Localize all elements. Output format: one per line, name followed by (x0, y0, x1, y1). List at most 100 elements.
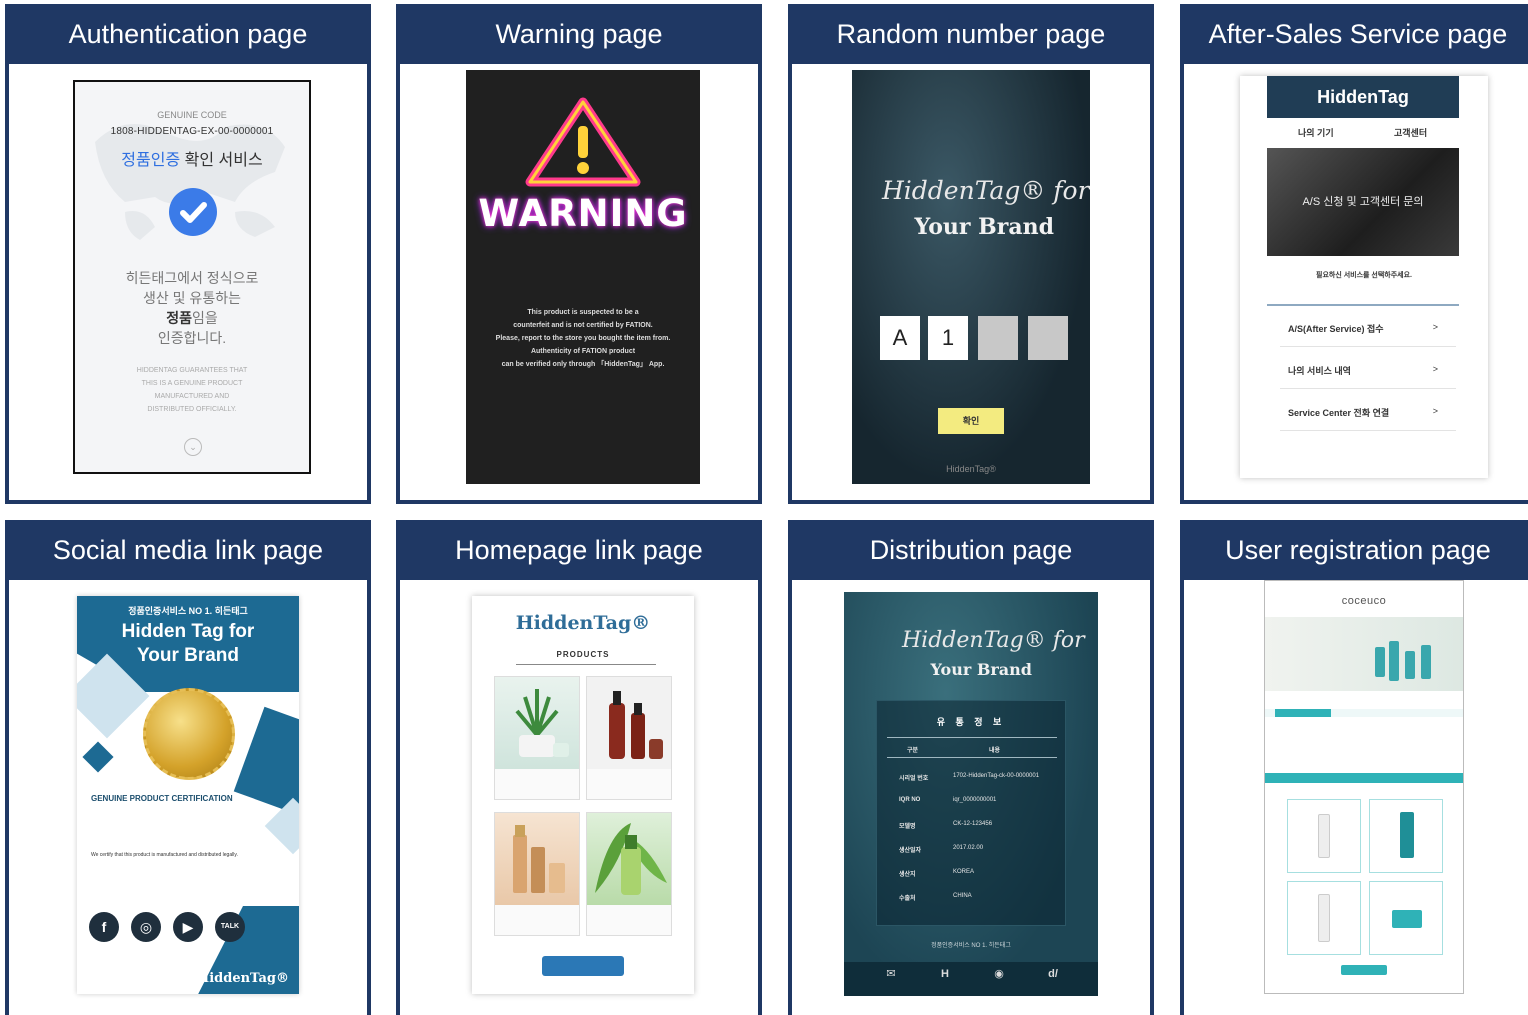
divider (1280, 346, 1456, 347)
product-bottle (1389, 641, 1399, 681)
row-value: CK-12-123456 (953, 821, 993, 827)
panel-warning: Warning page WARNING This product is sus… (396, 4, 762, 504)
row-value: CHINA (953, 893, 972, 899)
service-banner: A/S 신청 및 고객센터 문의 (1267, 148, 1459, 256)
product-card[interactable] (586, 676, 672, 800)
divider (887, 757, 1057, 758)
hero-banner (1265, 617, 1463, 691)
registration-screenshot: coceuco (1264, 580, 1464, 994)
title: Hidden Tag for Your Brand (121, 621, 255, 666)
divider (1267, 304, 1459, 306)
panel-random-number: Random number page HiddenTag® for Your B… (788, 4, 1154, 504)
product-image (495, 813, 579, 905)
panel-title: After-Sales Service page (1184, 4, 1528, 64)
distribution-screenshot: HiddenTag® for Your Brand 유 통 정 보 구분 내용 … (844, 592, 1098, 996)
product-image (1318, 814, 1330, 858)
product-image (1400, 812, 1414, 858)
warning-triangle-icon (525, 97, 641, 187)
footer-logo: HiddenTag® (946, 464, 996, 474)
product-card[interactable] (1369, 799, 1443, 873)
product-card[interactable] (494, 812, 580, 936)
brand-logo: HiddenTag® (196, 971, 289, 986)
top-tagline: 정품인증서비스 NO 1. 히든태그 (128, 606, 248, 616)
code-input-1[interactable]: A (880, 316, 920, 360)
panel-authentication: Authentication page GENUINE CODE 1808-HI… (5, 4, 371, 504)
product-card[interactable] (1287, 799, 1361, 873)
divider (1280, 430, 1456, 431)
code-input-4[interactable] (1028, 316, 1068, 360)
panel-social: Social media link page 정품인증서비스 NO 1. 히든태… (5, 520, 371, 1015)
warning-heading: WARNING (478, 192, 688, 235)
english-guarantee: HIDDENTAG GUARANTEES THAT THIS IS A GENUI… (136, 367, 248, 413)
social-screenshot: 정품인증서비스 NO 1. 히든태그 Hidden Tag for Your Br… (77, 596, 299, 994)
divider (887, 737, 1057, 738)
confirm-button[interactable]: 확인 (938, 408, 1004, 434)
facebook-icon[interactable]: f (89, 912, 119, 942)
panel-homepage: Homepage link page HiddenTag® PRODUCTS _ (396, 520, 762, 1015)
product-card[interactable] (586, 812, 672, 936)
select-prompt: 필요하신 서비스를 선택하주세요. (1316, 272, 1412, 279)
instagram-icon[interactable]: ◎ (131, 912, 161, 942)
product-image (587, 813, 671, 905)
column-header-value: 내용 (989, 748, 1001, 754)
menu-item-service-history[interactable]: 나의 서비스 내역 > (1288, 364, 1438, 377)
product-image (587, 677, 671, 769)
panel-title: Warning page (400, 4, 758, 64)
product-card[interactable] (494, 676, 580, 800)
row-key: 생산지 (899, 872, 916, 878)
product-image (1318, 894, 1330, 942)
row-key: IQR NO (899, 797, 921, 803)
certification-title: GENUINE PRODUCT CERTIFICATION (91, 794, 233, 803)
verification-message: 히든태그에서 정식으로 생산 및 유통하는 정품임을 인증합니다. (125, 270, 259, 346)
random-number-screenshot: HiddenTag® for Your Brand A 1 확인 HiddenT… (852, 70, 1090, 484)
certification-seal-icon (143, 688, 235, 780)
tab-customer-center[interactable]: 고객센터 (1394, 126, 1427, 139)
product-image (1392, 910, 1422, 928)
column-header-key: 구분 (907, 748, 919, 754)
panel-registration: User registration page coceuco (1180, 520, 1528, 1015)
brand-bold: Your Brand (914, 214, 1054, 240)
app-header: HiddenTag (1267, 76, 1459, 118)
row-value: 1702-HiddenTag-ck-00-0000001 (953, 773, 1040, 779)
brand-logo: HiddenTag® (515, 612, 651, 634)
product-bottle (1375, 647, 1385, 677)
kakaotalk-icon[interactable]: TALK (215, 912, 245, 942)
go-to-homepage-button[interactable]: _ (542, 956, 624, 976)
product-card[interactable] (1287, 881, 1361, 955)
camera-icon[interactable]: ◉ (984, 968, 1014, 980)
authentication-screenshot: GENUINE CODE 1808-HIDDENTAG-EX-00-000000… (73, 80, 311, 474)
verified-check-icon (169, 188, 217, 236)
product-bottle (1405, 651, 1415, 679)
product-bottle (1421, 645, 1431, 679)
row-key: 생산일자 (899, 848, 922, 854)
menu-item-service-call[interactable]: Service Center 전화 연결 > (1288, 406, 1438, 419)
genuine-code-value: 1808-HIDDENTAG-EX-00-0000001 (110, 126, 274, 137)
distribution-info-card: 유 통 정 보 구분 내용 시리얼 번호 1702-HiddenTag-ck-0… (876, 700, 1066, 926)
products-heading: PRODUCTS (556, 650, 610, 659)
tab-my-device[interactable]: 나의 기기 (1298, 126, 1334, 139)
row-key: 수출처 (899, 896, 916, 902)
code-input-2[interactable]: 1 (928, 316, 968, 360)
service-title: 정품인증 확인 서비스 (121, 152, 263, 169)
teal-bar (1265, 773, 1463, 783)
menu-item-as-request[interactable]: A/S(After Service) 접수 > (1288, 322, 1438, 335)
row-value: 2017.02.00 (953, 845, 984, 851)
home-icon[interactable]: H (930, 968, 960, 980)
card-title: 유 통 정 보 (936, 717, 1006, 727)
row-value: iqr_0000000001 (953, 797, 997, 803)
panel-distribution: Distribution page HiddenTag® for Your Br… (788, 520, 1154, 1015)
brand-icon[interactable]: d/ (1038, 968, 1068, 980)
homepage-screenshot: HiddenTag® PRODUCTS _ (472, 596, 694, 994)
genuine-code-label: GENUINE CODE (157, 110, 227, 120)
row-value: KOREA (953, 869, 975, 875)
youtube-icon[interactable]: ▶ (173, 912, 203, 942)
product-card[interactable] (1369, 881, 1443, 955)
register-button[interactable] (1341, 965, 1387, 975)
after-sales-screenshot: HiddenTag 나의 기기 고객센터 A/S 신청 및 고객센터 문의 필요… (1240, 76, 1488, 478)
row-key: 모델명 (899, 824, 916, 830)
panel-title: Homepage link page (400, 520, 758, 580)
chevron-down-icon[interactable]: ⌄ (184, 438, 202, 456)
code-input-3[interactable] (978, 316, 1018, 360)
certification-text: We certify that this product is manufact… (91, 852, 238, 858)
mail-icon[interactable]: ✉ (876, 968, 906, 980)
